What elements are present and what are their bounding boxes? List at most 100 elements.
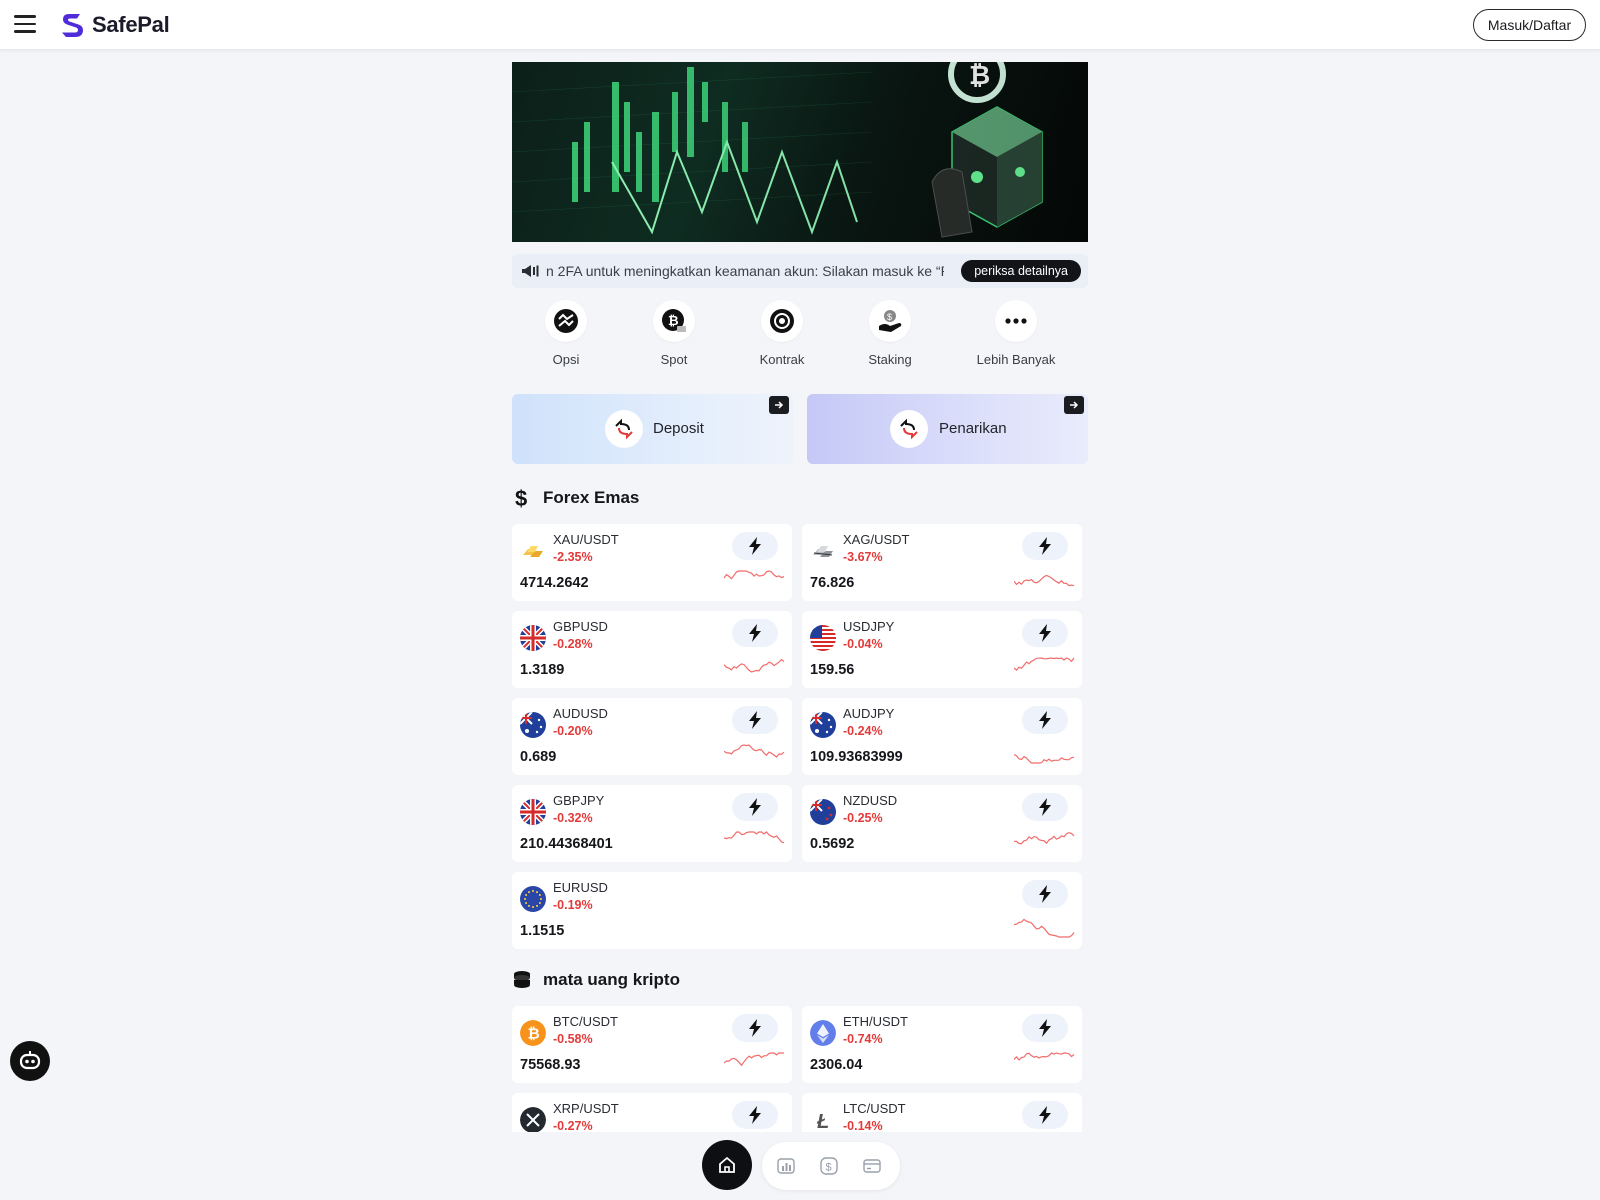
bitcoin-spot-icon: ₿ <box>653 300 695 342</box>
sparkline <box>1014 1052 1075 1061</box>
market-pair-name: XRP/USDT <box>553 1101 619 1116</box>
arrow-right-icon <box>769 396 789 414</box>
market-change: -0.58% <box>553 1032 593 1046</box>
market-pair-name: NZDUSD <box>843 793 898 808</box>
market-card[interactable]: ETH/USDT -0.74% 2306.04 <box>802 1006 1082 1083</box>
login-register-button[interactable]: Masuk/Daftar <box>1473 9 1586 41</box>
quick-trade-bolt-icon[interactable] <box>1022 532 1068 560</box>
forex-section-header: $ Forex Emas <box>512 486 1088 510</box>
new-zealand-flag-icon <box>810 799 836 825</box>
market-price: 4714.2642 <box>520 575 589 591</box>
quick-trade-bolt-icon[interactable] <box>732 1014 778 1042</box>
market-card[interactable]: Ł LTC/USDT -0.14% <box>802 1093 1082 1132</box>
market-pair-name: GBPUSD <box>553 619 608 634</box>
quick-trade-bolt-icon[interactable] <box>1022 619 1068 647</box>
market-pair-name: BTC/USDT <box>553 1014 618 1029</box>
sparkline <box>724 1052 784 1067</box>
logo[interactable]: SafePal <box>58 10 170 40</box>
market-pair-name: LTC/USDT <box>843 1101 906 1116</box>
coins-stack-icon <box>512 969 532 991</box>
quick-action-contract[interactable]: Kontrak <box>737 300 827 367</box>
silver-bars-icon <box>810 538 836 564</box>
quick-trade-bolt-icon[interactable] <box>732 1101 778 1129</box>
market-card[interactable]: XAU/USDT -2.35% 4714.2642 <box>512 524 792 601</box>
section-title: Forex Emas <box>543 488 640 507</box>
deposit-card[interactable]: Deposit <box>512 394 793 464</box>
market-card[interactable]: NZDUSD -0.25% 0.5692 <box>802 785 1082 862</box>
australia-flag-icon <box>810 712 836 738</box>
market-list[interactable]: $ Forex Emas XAU/USDT -2.35% 4714.2642 XAG/… <box>512 480 1088 1132</box>
market-card[interactable]: GBPJPY -0.32% 210.44368401 <box>512 785 792 862</box>
uk-flag-icon <box>520 799 546 825</box>
market-price: 1.1515 <box>520 923 565 939</box>
quick-action-options[interactable]: Opsi <box>521 300 611 367</box>
home-icon[interactable] <box>702 1140 752 1190</box>
market-price: 0.689 <box>520 749 557 765</box>
options-icon <box>545 300 587 342</box>
megaphone-icon <box>522 265 539 277</box>
quick-action-spot[interactable]: ₿ Spot <box>629 300 719 367</box>
market-chart-icon[interactable] <box>774 1154 798 1178</box>
quick-trade-bolt-icon[interactable] <box>732 532 778 560</box>
xrp-icon <box>520 1107 546 1132</box>
deposit-label: Deposit <box>653 420 704 437</box>
deposit-withdraw-row: Deposit Penarikan <box>512 394 1088 464</box>
banner-artwork: ₿ <box>512 62 1088 242</box>
market-change: -2.35% <box>553 550 593 564</box>
market-change: -0.32% <box>553 811 593 825</box>
bottom-navigation: $ <box>702 1140 900 1192</box>
market-card[interactable]: XAG/USDT -3.67% 76.826 <box>802 524 1082 601</box>
market-card[interactable]: AUDUSD -0.20% 0.689 <box>512 698 792 775</box>
sparkline <box>1014 918 1075 938</box>
sparkline <box>1014 831 1075 845</box>
forex-grid: XAU/USDT -2.35% 4714.2642 XAG/USDT -3.67% 76.… <box>512 524 1082 950</box>
quick-trade-bolt-icon[interactable] <box>732 706 778 734</box>
quick-action-staking[interactable]: $ Staking <box>845 300 935 367</box>
quick-action-label: Opsi <box>552 352 580 367</box>
view-details-button[interactable]: periksa detailnya <box>961 260 1081 282</box>
assistant-robot-icon[interactable] <box>10 1041 50 1081</box>
market-card[interactable]: EURUSD -0.19% 1.1515 <box>512 872 1082 949</box>
market-change: -0.20% <box>553 724 593 738</box>
brand-name: SafePal <box>92 12 170 37</box>
dollar-icon: $ <box>512 487 532 509</box>
quick-trade-bolt-icon[interactable] <box>1022 1014 1068 1042</box>
quick-trade-bolt-icon[interactable] <box>1022 793 1068 821</box>
market-change: -3.67% <box>843 550 883 564</box>
quick-action-label: Spot <box>660 352 688 367</box>
market-card[interactable]: AUDJPY -0.24% 109.93683999 <box>802 698 1082 775</box>
us-flag-icon <box>810 625 836 651</box>
ethereum-icon <box>810 1020 836 1046</box>
bitcoin-icon: ₿ <box>520 1020 546 1046</box>
market-pair-name: ETH/USDT <box>843 1014 908 1029</box>
market-price: 109.93683999 <box>810 749 903 765</box>
menu-icon[interactable] <box>14 15 36 33</box>
market-pair-name: XAU/USDT <box>553 532 619 547</box>
dollar-icon[interactable]: $ <box>817 1154 841 1178</box>
quick-action-more[interactable]: Lebih Banyak <box>971 300 1061 367</box>
wallet-card-icon[interactable] <box>860 1154 884 1178</box>
market-card[interactable]: GBPUSD -0.28% 1.3189 <box>512 611 792 688</box>
quick-trade-bolt-icon[interactable] <box>1022 1101 1068 1129</box>
market-card[interactable]: XRP/USDT -0.27% <box>512 1093 792 1132</box>
market-card[interactable]: ₿ BTC/USDT -0.58% 75568.93 <box>512 1006 792 1083</box>
withdraw-card[interactable]: Penarikan <box>807 394 1088 464</box>
market-card[interactable]: USDJPY -0.04% 159.56 <box>802 611 1082 688</box>
promo-banner[interactable]: ₿ <box>512 62 1088 242</box>
market-pair-name: AUDUSD <box>553 706 608 721</box>
quick-trade-bolt-icon[interactable] <box>1022 706 1068 734</box>
quick-actions: Opsi ₿ Spot Kontrak $ Staking Lebih Bany… <box>512 300 1088 380</box>
withdraw-icon <box>890 410 928 448</box>
market-price: 76.826 <box>810 575 855 591</box>
quick-action-label: Kontrak <box>759 352 805 367</box>
eu-flag-icon <box>520 886 546 912</box>
svg-text:$: $ <box>826 1162 832 1174</box>
market-pair-name: GBPJPY <box>553 793 605 808</box>
quick-trade-bolt-icon[interactable] <box>1022 880 1068 908</box>
market-change: -0.28% <box>553 637 593 651</box>
quick-trade-bolt-icon[interactable] <box>732 619 778 647</box>
litecoin-icon: Ł <box>810 1107 836 1132</box>
quick-trade-bolt-icon[interactable] <box>732 793 778 821</box>
announcement-bar[interactable]: n 2FA untuk meningkatkan keamanan akun: … <box>512 254 1088 288</box>
announcement-text: n 2FA untuk meningkatkan keamanan akun: … <box>546 263 944 279</box>
